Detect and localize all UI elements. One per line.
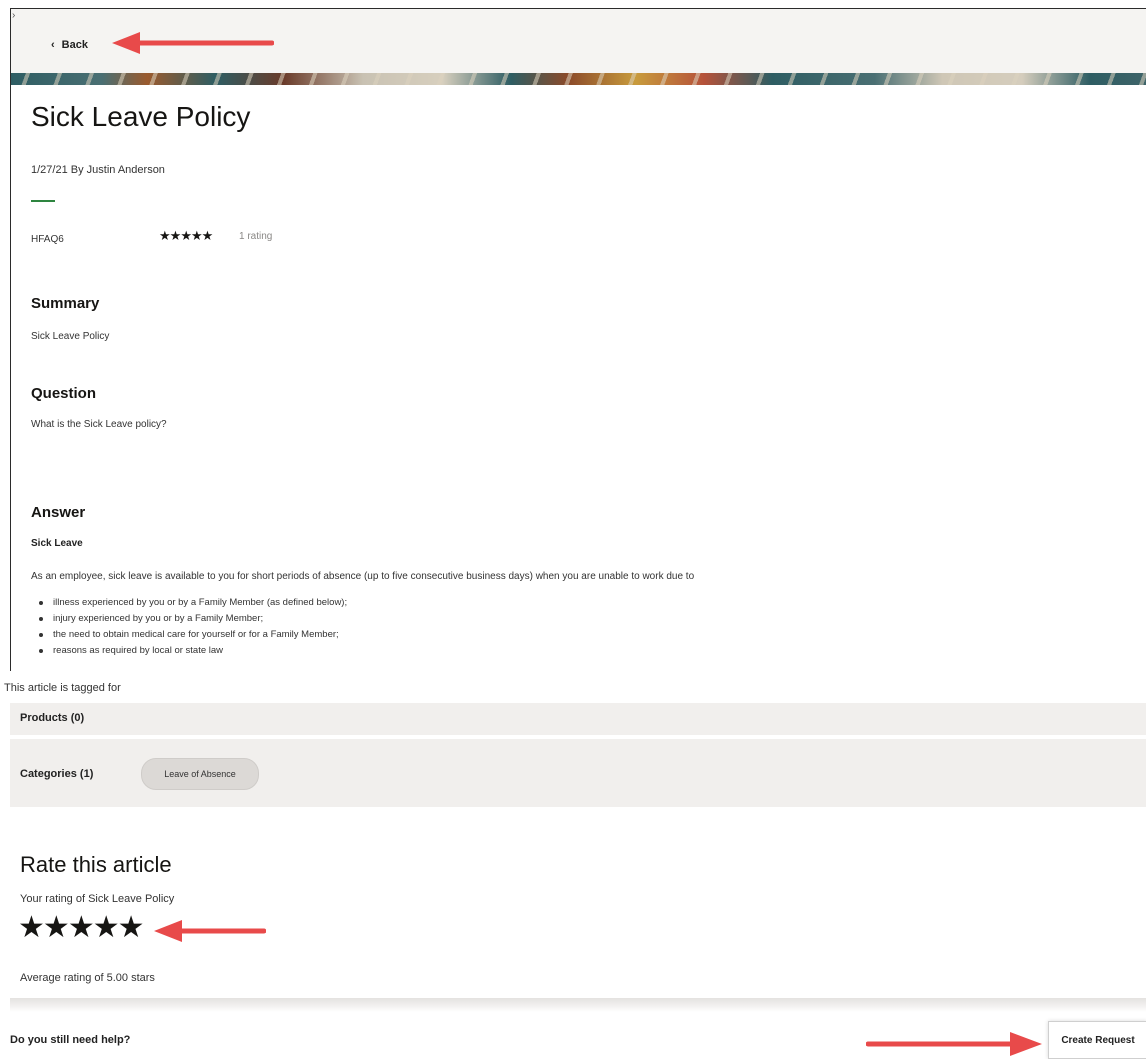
- star-icon: ★: [180, 228, 192, 243]
- accent-divider: [31, 200, 55, 202]
- star-icon: ★: [190, 228, 203, 243]
- star-icon[interactable]: ★: [18, 911, 45, 944]
- article-meta: 1/27/21 By Justin Anderson: [31, 164, 165, 176]
- list-item: the need to obtain medical care for your…: [39, 627, 347, 643]
- annotation-arrow-rating: [154, 920, 266, 942]
- categories-label: Categories (1): [20, 768, 94, 780]
- your-rating-label: Your rating of Sick Leave Policy: [20, 893, 175, 905]
- products-label: Products (0): [20, 712, 85, 724]
- list-item: reasons as required by local or state la…: [39, 643, 347, 659]
- category-chip-leave-of-absence[interactable]: Leave of Absence: [141, 758, 259, 790]
- article-title: Sick Leave Policy: [31, 101, 251, 132]
- decorative-banner: [11, 73, 1146, 85]
- star-icon[interactable]: ★: [118, 911, 145, 944]
- back-label: Back: [61, 39, 88, 51]
- summary-text: Sick Leave Policy: [31, 331, 110, 342]
- answer-heading: Answer: [31, 504, 86, 521]
- answer-list: illness experienced by you or by a Famil…: [39, 595, 347, 659]
- products-row: Products (0): [10, 703, 1146, 735]
- question-text: What is the Sick Leave policy?: [31, 419, 167, 430]
- create-request-button[interactable]: Create Request: [1048, 1021, 1146, 1059]
- section-divider: [10, 998, 1146, 1012]
- list-item: illness experienced by you or by a Famil…: [39, 595, 347, 611]
- rate-heading: Rate this article: [20, 852, 172, 877]
- user-rating-stars[interactable]: ★★★★★: [18, 910, 145, 945]
- list-item: injury experienced by you or by a Family…: [39, 611, 347, 627]
- question-heading: Question: [31, 385, 97, 402]
- average-rating-text: Average rating of 5.00 stars: [20, 972, 155, 984]
- categories-row: Categories (1) Leave of Absence: [10, 739, 1146, 807]
- star-icon[interactable]: ★: [68, 911, 95, 944]
- summary-heading: Summary: [31, 295, 100, 312]
- star-icon: ★: [201, 228, 214, 243]
- help-prompt: Do you still need help?: [10, 1034, 131, 1046]
- article-panel: › ‹ Back Sick Leave Policy 1/27/21 By Jus…: [10, 8, 1146, 671]
- back-link[interactable]: ‹ Back: [51, 39, 88, 51]
- annotation-arrow-create: [866, 1032, 1042, 1056]
- document-id: HFAQ6: [31, 234, 64, 245]
- star-icon[interactable]: ★: [43, 911, 70, 944]
- cursor-icon: ›: [12, 10, 16, 21]
- tagged-intro: This article is tagged for: [4, 682, 121, 694]
- answer-subheading: Sick Leave: [31, 538, 83, 549]
- star-icon: ★: [159, 228, 171, 243]
- star-icon[interactable]: ★: [93, 911, 120, 944]
- annotation-arrow-back: [112, 32, 274, 54]
- chevron-left-icon: ‹: [51, 39, 55, 51]
- answer-intro: As an employee, sick leave is available …: [31, 571, 695, 582]
- star-icon: ★: [169, 228, 182, 243]
- rating-count: 1 rating: [239, 231, 273, 242]
- rating-stars-summary: ★★★★★: [159, 228, 214, 244]
